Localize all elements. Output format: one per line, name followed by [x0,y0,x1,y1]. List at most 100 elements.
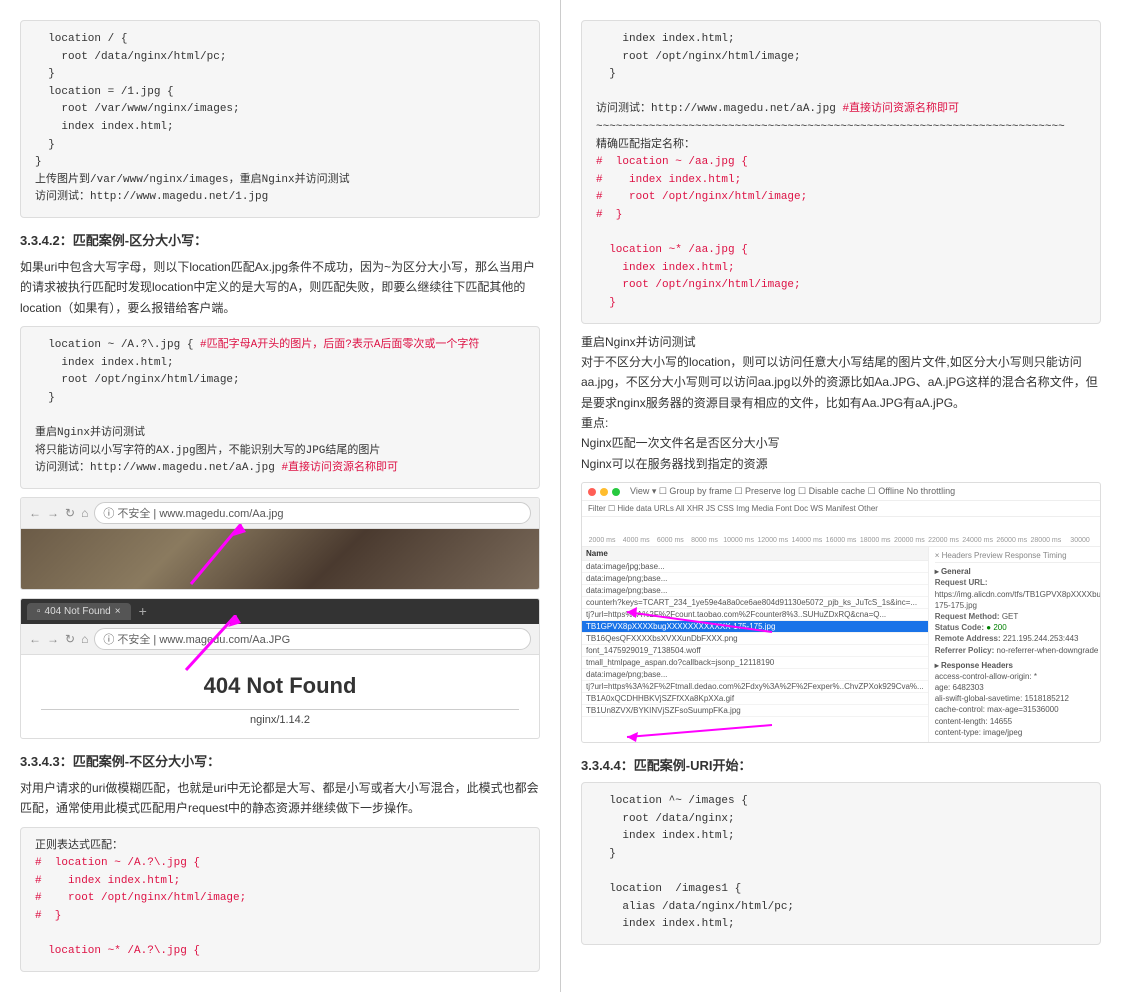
label: Request Method: [935,612,1002,621]
heading-3343: 3.3.4.3：匹配案例-不区分大小写： [20,751,540,770]
browser-screenshot-404: ▫ 404 Not Found × + ← → ↻ ⌂ ⓘ 不安全 | www.… [20,598,540,739]
error-server: nginx/1.14.2 [21,714,539,726]
timeline-tick: 16000 ms [825,537,857,544]
reload-icon[interactable]: ↻ [65,506,75,520]
code-block-4: index index.html; root /opt/nginx/html/i… [581,20,1101,324]
request-row[interactable]: TB1Un8ZVX/BYKINVjSZFsoSuumpFKa.jpg [582,705,928,717]
value: no-referrer-when-downgrade [997,646,1099,655]
url-bar: ← → ↻ ⌂ ⓘ 不安全 | www.magedu.com/Aa.JPG [21,624,539,655]
paragraph-case-sensitive: 如果uri中包含大写字母，则以下location匹配Ax.jpg条件不成功，因为… [20,257,540,318]
timeline-tick: 28000 ms [1030,537,1062,544]
response-headers-header[interactable]: ▸ Response Headers [935,660,1101,671]
timeline-tick: 30000 [1064,537,1096,544]
animal-fur-image [21,529,539,589]
code-subheader: 精确匹配指定名称： [596,139,695,151]
url-text: www.magedu.com/Aa.jpg [159,508,283,520]
insecure-icon: ⓘ [103,634,114,646]
devtools-filter-bar[interactable]: Filter ☐ Hide data URLs All XHR JS CSS I… [582,501,1100,517]
code-block-1: location / { root /data/nginx/html/pc; }… [20,20,540,218]
timeline-tick: 12000 ms [757,537,789,544]
paragraph-case-insensitive: 对用户请求的uri做模糊匹配，也就是uri中无论都是大写、都是小写或者大小写混合… [20,778,540,819]
maximize-dot-icon[interactable] [612,488,620,496]
detail-tabs[interactable]: × Headers Preview Response Timing [935,551,1101,563]
code-commented-lines: # location ~ /A.?\.jpg { # index index.h… [35,857,246,957]
request-method-row: Request Method: GET [935,611,1101,622]
url-input[interactable]: ⓘ 不安全 | www.magedu.com/Aa.JPG [94,628,531,650]
code-line: location ~ /A.?\.jpg { [35,339,200,351]
timeline-tick: 6000 ms [654,537,686,544]
response-header-row: age: 6482303 [935,682,1101,693]
devtools-toolbar: View ▾ ☐ Group by frame ☐ Preserve log ☐… [582,483,1100,501]
timeline-tick: 10000 ms [723,537,755,544]
minimize-dot-icon[interactable] [600,488,608,496]
home-icon[interactable]: ⌂ [81,632,88,646]
value: 221.195.244.253:443 [1003,634,1079,643]
arrow-annotation-icon [622,722,782,742]
request-row[interactable]: counterh?keys=TCART_234_1ye59e4a8a0ce6ae… [582,597,928,609]
forward-icon[interactable]: → [47,506,59,520]
insecure-label: 不安全 [117,634,150,646]
url-text: www.magedu.com/Aa.JPG [159,634,290,646]
name-column-header: Name [582,547,928,561]
paragraph-explanation: 重启Nginx并访问测试 对于不区分大小写的location，则可以访问任意大小… [581,332,1101,475]
timeline-tick: 8000 ms [688,537,720,544]
timeline-tick: 26000 ms [996,537,1028,544]
code-comment: #匹配字母A开头的图片，后面?表示A后面零次或一个字符 [200,339,479,351]
label: Status Code: [935,623,987,632]
code-comment: #直接访问资源名称即可 [281,462,398,474]
devtools-request-list: Name data:image/jpg;base... data:image/p… [582,547,929,742]
request-row[interactable]: tmall_htmlpage_aspan.do?callback=jsonp_1… [582,657,928,669]
general-section-header[interactable]: ▸ General [935,566,1101,577]
tab-title: 404 Not Found [45,606,111,617]
request-row[interactable]: TB16QesQFXXXXbsXVXXunDbFXXX.png [582,633,928,645]
request-row[interactable]: data:image/png;base... [582,669,928,681]
response-header-row: ali-swift-global-savetime: 1518185212 [935,693,1101,704]
right-column: index index.html; root /opt/nginx/html/i… [561,0,1121,992]
back-icon[interactable]: ← [29,506,41,520]
page-container: location / { root /data/nginx/html/pc; }… [0,0,1121,992]
response-header-row: content-type: image/jpeg [935,727,1101,738]
request-row[interactable]: data:image/png;base... [582,585,928,597]
request-row[interactable]: tj?url=https%3A%2F%2Ftmall.dedao.com%2Fd… [582,681,928,693]
timeline-tick: 24000 ms [962,537,994,544]
devtools-screenshot: View ▾ ☐ Group by frame ☐ Preserve log ☐… [581,482,1101,743]
response-header-row: cache-control: max-age=31536000 [935,704,1101,715]
close-dot-icon[interactable] [588,488,596,496]
left-column: location / { root /data/nginx/html/pc; }… [0,0,561,992]
request-row[interactable]: tj?url=https%3A%2F%2Fcount.taobao.com%2F… [582,609,928,621]
code-text: index index.html; root /opt/nginx/html/i… [596,33,842,115]
code-line: index index.html; root /opt/nginx/html/i… [35,357,380,475]
request-row[interactable]: data:image/png;base... [582,573,928,585]
request-row[interactable]: TB1A0xQCDHHBKVjSZFfXXa8KpXXa.gif [582,693,928,705]
forward-icon[interactable]: → [47,632,59,646]
value: https://img.alicdn.com/tfs/TB1GPVX8pXXXX… [935,590,1101,610]
new-tab-icon[interactable]: + [135,603,151,619]
code-subheader: 正则表达式匹配： [35,840,123,852]
insecure-icon: ⓘ [103,508,114,520]
code-block-2: location ~ /A.?\.jpg { #匹配字母A开头的图片，后面?表示… [20,326,540,489]
code-text-with-comments: # location ~ /aa.jpg { # index index.htm… [596,156,807,309]
devtools-timeline: 2000 ms 4000 ms 6000 ms 8000 ms 10000 ms… [582,517,1100,547]
timeline-tick: 2000 ms [586,537,618,544]
close-tab-icon[interactable]: × [115,606,121,617]
code-block-3: 正则表达式匹配： # location ~ /A.?\.jpg { # inde… [20,827,540,972]
code-text: location / { root /data/nginx/html/pc; }… [35,33,350,203]
toolbar-options[interactable]: View ▾ ☐ Group by frame ☐ Preserve log ☐… [630,486,955,497]
home-icon[interactable]: ⌂ [81,506,88,520]
code-comment: #直接访问资源名称即可 [842,103,959,115]
label: Request URL: [935,578,988,587]
request-row-selected[interactable]: TB1GPVX8pXXXXbugXXXXXXXXXXXX-175-175.jpg [582,621,928,633]
timeline-tick: 20000 ms [893,537,925,544]
request-row[interactable]: data:image/jpg;base... [582,561,928,573]
back-icon[interactable]: ← [29,632,41,646]
request-row[interactable]: font_1475929019_7138504.woff [582,645,928,657]
request-url-row: Request URL: https://img.alicdn.com/tfs/… [935,577,1101,611]
remote-address-row: Remote Address: 221.195.244.253:443 [935,633,1101,644]
reload-icon[interactable]: ↻ [65,632,75,646]
browser-tab[interactable]: ▫ 404 Not Found × [27,603,131,620]
url-input[interactable]: ⓘ 不安全 | www.magedu.com/Aa.jpg [94,502,531,524]
code-block-5: location ^~ /images { root /data/nginx; … [581,782,1101,945]
timeline-tick: 18000 ms [859,537,891,544]
browser-screenshot-success: ← → ↻ ⌂ ⓘ 不安全 | www.magedu.com/Aa.jpg [20,497,540,590]
value: ● 200 [986,623,1006,632]
